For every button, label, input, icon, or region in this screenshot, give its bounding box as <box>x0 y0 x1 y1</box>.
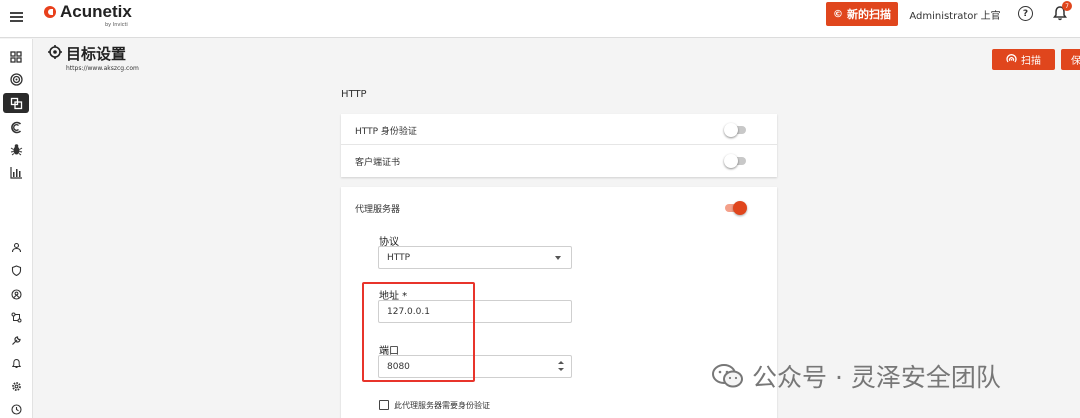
vulnerabilities-bug-icon[interactable] <box>3 139 29 159</box>
stepper-arrows-icon[interactable] <box>558 360 564 374</box>
client-cert-row: 客户端证书 <box>341 145 777 176</box>
watermark-text: 公众号 · 灵泽安全团队 <box>752 363 1001 392</box>
scan-button[interactable]: 扫描 <box>992 49 1055 70</box>
user-menu[interactable]: Administrator 上官 <box>909 4 1000 24</box>
http-auth-row: HTTP 身份验证 <box>341 114 777 145</box>
page-header: 目标设置 https://www.akszcg.com 扫描 保存 <box>34 39 1080 77</box>
target-url: https://www.akszcg.com <box>66 65 139 72</box>
new-scan-button[interactable]: © 新的扫描 <box>826 2 898 26</box>
history-clock-icon[interactable] <box>3 399 29 418</box>
protocol-value: HTTP <box>387 252 411 263</box>
scan-icon: © <box>833 8 843 20</box>
menu-icon[interactable] <box>10 12 23 22</box>
scan-radar-icon <box>1006 54 1017 63</box>
question-circle-icon[interactable]: ? <box>1018 6 1033 21</box>
client-cert-toggle[interactable] <box>724 154 748 168</box>
reports-chart-icon[interactable] <box>3 162 29 182</box>
users-icon[interactable] <box>3 237 29 257</box>
settings-wrench-icon[interactable] <box>3 330 29 350</box>
client-cert-label: 客户端证书 <box>355 158 401 168</box>
logo-subtitle: by Invicti <box>105 22 128 28</box>
proxy-auth-checkbox[interactable] <box>379 400 389 410</box>
acunetix-logo-icon <box>44 6 56 18</box>
scan-label: 扫描 <box>1021 56 1041 67</box>
target-settings-icon <box>48 45 62 59</box>
http-auth-toggle[interactable] <box>724 123 748 137</box>
scans-icon[interactable] <box>3 117 29 137</box>
top-bar: Acunetix by Invicti © 新的扫描 Administrator… <box>0 0 1080 38</box>
proxy-auth-checkbox-label: 此代理服务器需要身份验证 <box>394 401 490 410</box>
protocol-select[interactable]: HTTP <box>378 246 572 269</box>
new-scan-label: 新的扫描 <box>847 8 891 21</box>
watermark: 公众号 · 灵泽安全团队 <box>712 356 1001 396</box>
save-button[interactable]: 保存 <box>1061 49 1080 70</box>
http-settings-card: HTTP 身份验证 客户端证书 <box>341 114 777 177</box>
logo-text: Acunetix <box>60 2 132 21</box>
highlight-box <box>362 282 475 382</box>
gear-icon[interactable] <box>3 376 29 396</box>
notifications-bell-icon[interactable] <box>3 353 29 373</box>
integrations-icon[interactable] <box>3 307 29 327</box>
wechat-icon <box>712 364 743 388</box>
proxy-toggle[interactable] <box>723 201 747 215</box>
http-auth-label: HTTP 身份验证 <box>355 127 417 137</box>
sidebar <box>0 39 33 418</box>
section-heading-http: HTTP <box>341 89 367 100</box>
issue-tracker-icon[interactable] <box>3 284 29 304</box>
shield-icon[interactable] <box>3 260 29 280</box>
page-title: 目标设置 <box>66 45 127 63</box>
target-icon[interactable] <box>3 69 29 89</box>
notification-badge: 7 <box>1062 1 1072 11</box>
dashboard-icon[interactable] <box>3 47 29 67</box>
proxy-label: 代理服务器 <box>355 205 401 215</box>
chevron-down-icon <box>555 256 561 260</box>
targets-list-icon[interactable] <box>3 93 29 113</box>
